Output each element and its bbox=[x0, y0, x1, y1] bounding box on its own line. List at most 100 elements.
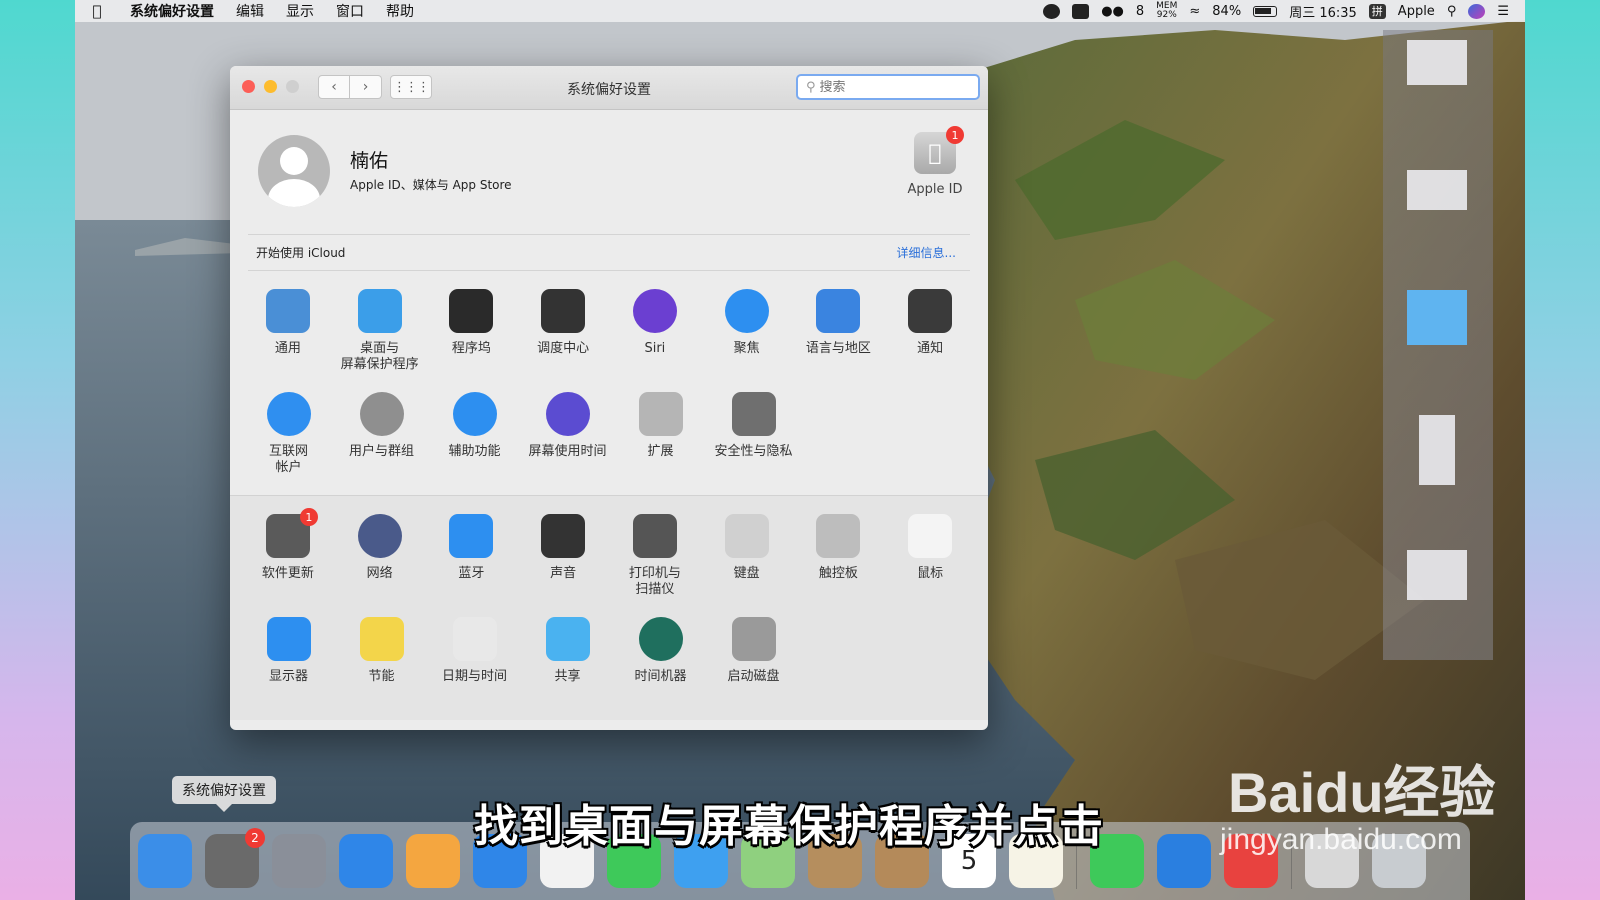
pref-label: 用户与群组 bbox=[348, 444, 414, 459]
notification-center-icon[interactable]: ☰ bbox=[1497, 4, 1509, 19]
photos-icon[interactable] bbox=[406, 834, 460, 888]
pref-time-machine[interactable]: 时间机器 bbox=[614, 609, 707, 712]
pref-sound[interactable]: 声音 bbox=[517, 506, 609, 609]
pref-keyboard[interactable]: 键盘 bbox=[701, 506, 793, 609]
pref-mission-control[interactable]: 调度中心 bbox=[517, 281, 609, 384]
pref-accessibility[interactable]: 辅助功能 bbox=[428, 384, 521, 487]
pref-label: 日期与时间 bbox=[441, 669, 507, 684]
dock-icon bbox=[449, 289, 494, 333]
internet-accounts-icon bbox=[266, 392, 311, 436]
pref-startup-disk[interactable]: 启动磁盘 bbox=[707, 609, 800, 712]
left-frame bbox=[0, 0, 75, 900]
pref-label: 通用 bbox=[274, 341, 301, 356]
pref-energy-saver[interactable]: 节能 bbox=[335, 609, 428, 712]
pref-extensions[interactable]: 扩展 bbox=[614, 384, 707, 487]
input-method-icon[interactable]: 拼 bbox=[1368, 3, 1386, 19]
system-preferences-icon[interactable]: 2 bbox=[205, 828, 265, 888]
bluetooth-icon bbox=[449, 514, 494, 558]
qq-browser-icon[interactable] bbox=[1157, 834, 1211, 888]
pref-trackpad[interactable]: 触控板 bbox=[793, 506, 885, 609]
pref-desktop-screensaver[interactable]: 桌面与 屏幕保护程序 bbox=[334, 281, 426, 384]
avatar[interactable] bbox=[258, 135, 330, 207]
pref-label: 打印机与 扫描仪 bbox=[628, 566, 681, 597]
apple-menu-icon[interactable]:  bbox=[75, 2, 119, 20]
pref-label: 节能 bbox=[368, 669, 395, 684]
safari-icon[interactable] bbox=[339, 834, 393, 888]
launchpad-icon[interactable] bbox=[272, 834, 326, 888]
account-section: 楠佑 Apple ID、媒体与 App Store  1 Apple ID bbox=[248, 110, 970, 235]
pref-label: 蓝牙 bbox=[458, 566, 485, 581]
accessibility-icon bbox=[452, 392, 497, 436]
software-update-icon: 1 bbox=[265, 508, 318, 558]
desktop-screensaver-icon bbox=[357, 289, 402, 333]
keyboard-icon bbox=[724, 514, 769, 558]
menu-edit[interactable]: 编辑 bbox=[225, 1, 275, 21]
wps-status-icon[interactable] bbox=[1072, 3, 1090, 19]
pref-bluetooth[interactable]: 蓝牙 bbox=[426, 506, 518, 609]
pref-notifications[interactable]: 通知 bbox=[884, 281, 976, 384]
displays-icon bbox=[266, 617, 311, 661]
pref-label: 屏幕使用时间 bbox=[528, 444, 607, 459]
finder-icon[interactable] bbox=[138, 834, 192, 888]
user-menu[interactable]: Apple bbox=[1398, 4, 1435, 19]
spotlight-search-icon[interactable]: ⚲ bbox=[1447, 4, 1457, 19]
pref-users-groups[interactable]: 用户与群组 bbox=[335, 384, 428, 487]
record-status-icon[interactable] bbox=[1043, 3, 1061, 19]
menu-app-name[interactable]: 系统偏好设置 bbox=[119, 1, 225, 21]
pref-siri[interactable]: Siri bbox=[609, 281, 701, 384]
pref-label: 网络 bbox=[366, 566, 393, 581]
pref-screen-time[interactable]: 屏幕使用时间 bbox=[521, 384, 614, 487]
pref-security-privacy[interactable]: 安全性与隐私 bbox=[707, 384, 800, 487]
watermark-main: Baidu经验 bbox=[1228, 761, 1496, 824]
chevron-left-icon: ‹ bbox=[331, 79, 337, 95]
battery-icon[interactable] bbox=[1253, 5, 1278, 17]
spotlight-icon bbox=[724, 289, 769, 333]
search-input[interactable] bbox=[819, 79, 970, 95]
update-badge: 1 bbox=[299, 508, 318, 526]
pref-internet-accounts[interactable]: 互联网 帐户 bbox=[242, 384, 335, 487]
icloud-details-link[interactable]: 详细信息... bbox=[897, 244, 970, 261]
wechat-status-icon[interactable]: ●● bbox=[1101, 4, 1124, 19]
menu-view[interactable]: 显示 bbox=[275, 1, 325, 21]
wifi-icon[interactable]: ≈ bbox=[1189, 4, 1200, 19]
pref-mouse[interactable]: 鼠标 bbox=[884, 506, 976, 609]
printers-scanners-icon bbox=[632, 514, 677, 558]
pref-label: 显示器 bbox=[268, 669, 308, 684]
pref-label: 辅助功能 bbox=[448, 444, 501, 459]
siri-menu-icon[interactable] bbox=[1468, 3, 1486, 19]
pref-date-time[interactable]: 日期与时间 bbox=[428, 609, 521, 712]
pref-network[interactable]: 网络 bbox=[334, 506, 426, 609]
back-button[interactable]: ‹ bbox=[318, 75, 350, 99]
pref-software-update[interactable]: 1 软件更新 bbox=[242, 506, 334, 609]
pref-label: 通知 bbox=[917, 341, 944, 356]
pref-sharing[interactable]: 共享 bbox=[521, 609, 614, 712]
energy-saver-icon bbox=[359, 617, 404, 661]
chevron-right-icon: › bbox=[362, 79, 369, 95]
close-button[interactable] bbox=[242, 80, 255, 93]
show-all-button[interactable]: ⋮⋮⋮ bbox=[390, 75, 432, 99]
menu-window[interactable]: 窗口 bbox=[325, 1, 375, 21]
pref-printers-scanners[interactable]: 打印机与 扫描仪 bbox=[609, 506, 701, 609]
mission-control-icon bbox=[541, 289, 586, 333]
search-icon: ⚲ bbox=[806, 79, 816, 95]
pref-displays[interactable]: 显示器 bbox=[242, 609, 335, 712]
network-icon bbox=[357, 514, 402, 558]
clock[interactable]: 周三 16:35 bbox=[1289, 2, 1357, 21]
pref-dock[interactable]: 程序坞 bbox=[426, 281, 518, 384]
menu-help[interactable]: 帮助 bbox=[375, 1, 425, 21]
search-field[interactable]: ⚲ bbox=[796, 74, 980, 100]
pref-general[interactable]: 通用 bbox=[242, 281, 334, 384]
pref-label: 聚焦 bbox=[733, 341, 760, 356]
apple-id-pref[interactable]:  1 Apple ID bbox=[900, 126, 970, 197]
pref-language-region[interactable]: 语言与地区 bbox=[793, 281, 885, 384]
memory-indicator[interactable]: MEM 92% bbox=[1156, 2, 1177, 20]
pref-label: 启动磁盘 bbox=[727, 669, 780, 684]
minimize-button[interactable] bbox=[264, 80, 277, 93]
zoom-button[interactable] bbox=[286, 80, 299, 93]
pref-spotlight[interactable]: 聚焦 bbox=[701, 281, 793, 384]
forward-button[interactable]: › bbox=[350, 75, 382, 99]
screen-time-icon bbox=[545, 392, 590, 436]
user-subtitle: Apple ID、媒体与 App Store bbox=[350, 178, 512, 192]
pref-label: 语言与地区 bbox=[805, 341, 871, 356]
system-preferences-window: ‹ › ⋮⋮⋮ 系统偏好设置 ⚲ 楠佑 Apple ID、媒体与 App Sto… bbox=[230, 66, 988, 730]
